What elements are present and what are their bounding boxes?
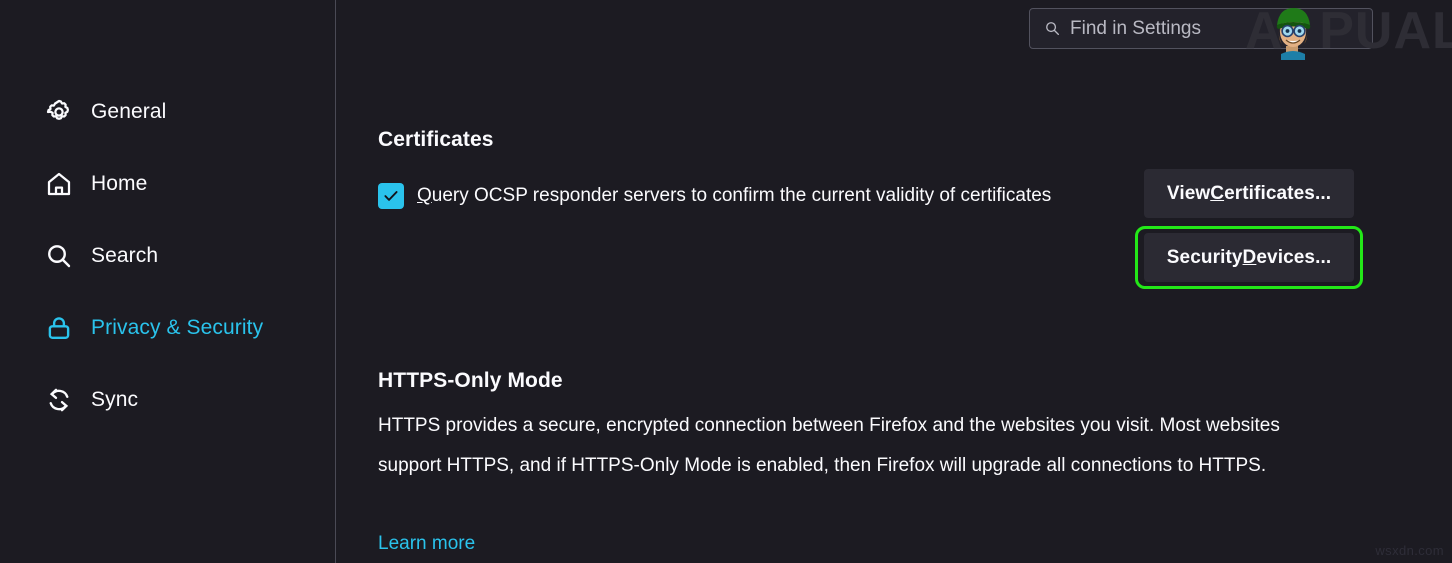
view-certificates-post: ertificates... (1224, 182, 1332, 204)
magnifier-icon (1044, 20, 1061, 37)
certificates-section-title: Certificates (378, 128, 494, 151)
search-input[interactable]: Find in Settings (1029, 8, 1373, 49)
sidebar-item-label: Search (91, 244, 159, 267)
settings-content-pane: Find in Settings Certificates Query OCSP… (337, 0, 1452, 563)
search-placeholder-text: Find in Settings (1070, 17, 1201, 39)
sidebar-item-label: General (91, 100, 167, 123)
security-devices-button[interactable]: Security Devices... (1144, 233, 1354, 282)
sidebar-item-privacy-security[interactable]: Privacy & Security (0, 308, 336, 348)
security-devices-pre: Security (1166, 246, 1243, 268)
ocsp-accel-char: Q (417, 185, 432, 206)
sidebar-item-general[interactable]: General (0, 92, 336, 132)
sidebar-nav-list: General Home Search Privacy & Security S… (0, 92, 336, 452)
ocsp-checkbox[interactable] (378, 183, 404, 209)
home-icon (44, 169, 74, 199)
sidebar-item-home[interactable]: Home (0, 164, 336, 204)
sidebar-item-label: Sync (91, 388, 139, 411)
settings-sidebar: General Home Search Privacy & Security S… (0, 0, 336, 563)
ocsp-checkbox-label: Query OCSP responder servers to confirm … (417, 176, 1051, 216)
search-icon (44, 241, 74, 271)
firefox-settings-window: General Home Search Privacy & Security S… (0, 0, 1452, 563)
view-certificates-button[interactable]: View Certificates... (1144, 169, 1354, 218)
ocsp-checkbox-row[interactable]: Query OCSP responder servers to confirm … (378, 176, 1068, 216)
view-certificates-pre: View (1166, 182, 1211, 204)
sidebar-item-sync[interactable]: Sync (0, 380, 336, 420)
sync-icon (44, 385, 74, 415)
security-devices-post: evices... (1256, 246, 1332, 268)
ocsp-label-rest: uery OCSP responder servers to confirm t… (431, 185, 1052, 206)
https-only-section-title: HTTPS-Only Mode (378, 369, 563, 392)
learn-more-link[interactable]: Learn more (378, 533, 475, 555)
security-devices-accel: D (1242, 246, 1257, 268)
view-certificates-accel: C (1210, 182, 1225, 204)
https-only-description: HTTPS provides a secure, encrypted conne… (378, 415, 1280, 476)
sidebar-item-label: Home (91, 172, 148, 195)
gear-icon (44, 97, 74, 127)
sidebar-item-search[interactable]: Search (0, 236, 336, 276)
lock-icon (44, 313, 74, 343)
sidebar-item-label: Privacy & Security (91, 316, 264, 339)
